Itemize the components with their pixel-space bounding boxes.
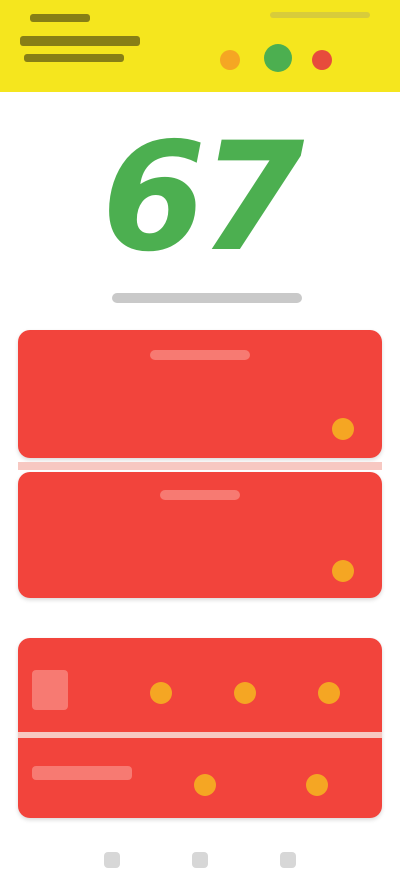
card-indicator-dot [332, 560, 354, 582]
status-badge-orange [220, 50, 240, 70]
home-icon[interactable] [192, 852, 208, 868]
status-badge-green [264, 44, 292, 72]
app-logo[interactable] [20, 14, 140, 74]
status-badges [220, 44, 340, 80]
stat-indicator [150, 682, 172, 704]
stat-row-label-bar [32, 766, 132, 780]
card-title-bar [160, 490, 240, 500]
stat-indicator [234, 682, 256, 704]
stat-row-2[interactable] [18, 738, 382, 818]
score-caption [112, 293, 302, 303]
stat-indicator [194, 774, 216, 796]
back-icon[interactable] [104, 852, 120, 868]
card-title-bar [150, 350, 250, 360]
stat-row-1[interactable] [18, 638, 382, 728]
stat-panel [18, 638, 382, 818]
stat-indicator [306, 774, 328, 796]
score-value: 67 [101, 111, 305, 285]
card-indicator-dot [332, 418, 354, 440]
bottom-nav [0, 830, 400, 889]
card-divider [18, 462, 382, 470]
result-card-1[interactable] [18, 330, 382, 458]
result-card-2[interactable] [18, 472, 382, 598]
top-bar [0, 0, 400, 92]
stat-row-label-bar [32, 670, 68, 710]
status-badge-red [312, 50, 332, 70]
header-small-bar [270, 12, 370, 18]
menu-icon[interactable] [280, 852, 296, 868]
stat-indicator [318, 682, 340, 704]
